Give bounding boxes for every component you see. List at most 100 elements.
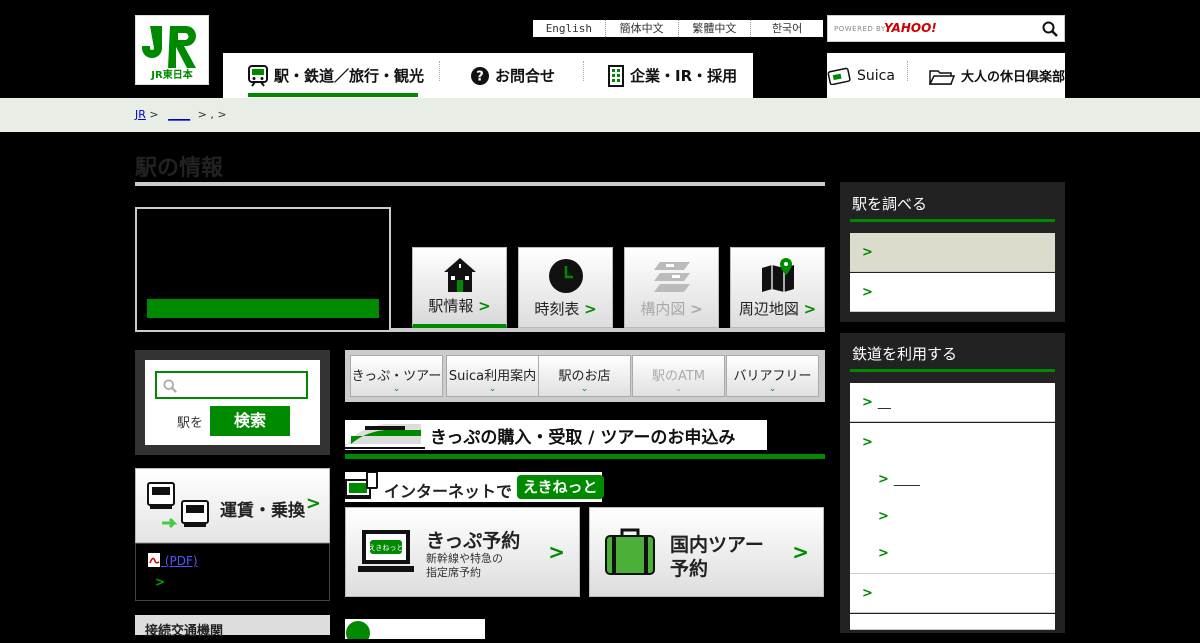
tab-barrier-free[interactable]: バリアフリー ⌄ — [726, 355, 819, 397]
chevron-right-icon[interactable]: > — [155, 575, 165, 589]
station-search-label: 駅を — [177, 416, 204, 431]
item-label: ____ — [893, 472, 920, 487]
panel-underline — [850, 219, 1055, 222]
nav-label: 駅・鉄道／旅行・観光 — [274, 67, 425, 85]
active-nav-indicator — [248, 93, 418, 97]
tab-tickets-tours[interactable]: きっぷ・ツアー ⌄ — [350, 355, 443, 397]
tile-label: 周辺地図 — [738, 300, 799, 318]
railway-use-title: 鉄道を利用する — [852, 345, 958, 363]
station-lookup-item[interactable]: > — [850, 273, 1055, 312]
breadcrumb: JR > ____ > , > — [135, 108, 227, 121]
chevron-right-icon: > — [862, 435, 873, 450]
tile-label: 時刻表 — [534, 300, 580, 318]
railway-use-item[interactable]: > — [850, 574, 1055, 613]
breadcrumb-separator: > — [197, 108, 207, 121]
nav-suica[interactable]: Suica — [827, 53, 895, 98]
search-icon — [163, 379, 177, 393]
domestic-tour-button[interactable]: 国内ツアー 予約 > — [589, 507, 824, 597]
tab-suica-guide[interactable]: Suica利用案内 ⌄ — [446, 355, 539, 397]
logo-caption: JR東日本 — [151, 70, 193, 81]
tile-timetable[interactable]: 時刻表 > — [518, 247, 613, 328]
tile-station-info[interactable]: 駅情報 > — [412, 247, 507, 328]
breadcrumb-link[interactable]: ____ — [168, 108, 190, 121]
item-label: __ — [877, 395, 891, 410]
pdf-link[interactable]: (PDF) — [147, 553, 198, 568]
station-search-input[interactable] — [155, 371, 308, 399]
chevron-down-icon: ⌄ — [392, 384, 401, 394]
railway-use-subitem[interactable]: > — [850, 535, 1055, 574]
breadcrumb-tail: , > — [210, 108, 227, 121]
clock-icon — [548, 259, 583, 293]
site-search-input[interactable]: POWERED BY YAHOO! — [827, 15, 1065, 42]
chevron-right-icon: > — [862, 285, 873, 300]
chevron-right-icon: > — [305, 493, 321, 514]
sub-navigation: Suica 大人の休日倶楽部 — [827, 53, 1065, 98]
ticket-reservation-button[interactable]: えきねっと きっぷ予約 新幹線や特急の 指定席予約 > — [345, 507, 580, 597]
lang-english[interactable]: English — [533, 20, 605, 37]
nav-inquiries[interactable]: ? お問合せ — [471, 53, 555, 98]
green-circle-icon — [346, 621, 370, 643]
domestic-tour-title-2: 予約 — [670, 558, 709, 580]
chevron-down-icon: ⌄ — [768, 384, 777, 394]
folder-icon — [929, 69, 955, 85]
tile-label: 駅情報 — [428, 297, 474, 315]
chevron-right-icon: > — [862, 245, 873, 260]
station-lookup-title: 駅を調べる — [852, 195, 928, 213]
search-icon[interactable] — [1042, 21, 1058, 37]
panel-underline — [850, 369, 1055, 372]
nav-label: 企業・IR・採用 — [630, 67, 738, 85]
lang-korean[interactable]: 한국어 — [750, 20, 823, 37]
ticket-reservation-sub2: 指定席予約 — [426, 566, 481, 579]
suica-card-icon — [827, 67, 851, 85]
tile-area-map[interactable]: 周辺地図 > — [730, 247, 825, 328]
ekinet-icon-text: えきねっと — [369, 544, 404, 552]
jr-east-logo[interactable]: JR東日本 — [135, 15, 209, 85]
svg-text:?: ? — [476, 69, 484, 84]
nav-divider — [439, 61, 440, 81]
tiles-baseline — [391, 328, 825, 332]
station-search-button[interactable]: 検索 — [210, 406, 290, 436]
chevron-right-icon: > — [878, 472, 889, 487]
nav-divider — [583, 61, 584, 81]
main-navigation: 駅・鉄道／旅行・観光 ? お問合せ 企業・IR・採用 — [223, 53, 753, 98]
railway-use-item[interactable]: > __ — [850, 383, 1055, 422]
pc-phone-icon — [345, 471, 378, 499]
shinkansen-icon — [345, 424, 425, 449]
tile-floor-map[interactable]: 構内図 > — [624, 247, 719, 328]
station-lookup-item[interactable]: > — [850, 233, 1055, 272]
nav-label: Suica — [857, 67, 895, 84]
fare-transfer-label: 運賃・乗換 — [220, 501, 305, 521]
ticket-reservation-title: きっぷ予約 — [426, 530, 521, 552]
tickets-banner-title: きっぷの購入・受取 / ツアーのお申込み — [430, 428, 736, 448]
nav-corporate-ir-recruit[interactable]: 企業・IR・採用 — [608, 53, 737, 98]
railway-use-subitem[interactable]: > ____ — [850, 461, 1055, 498]
tile-label: 構内図 — [640, 300, 686, 318]
railway-use-item[interactable] — [850, 614, 1055, 630]
nav-otona-club[interactable]: 大人の休日倶楽部 — [929, 53, 1065, 98]
laptop-icon: えきねっと — [358, 530, 414, 572]
train-icon — [248, 64, 268, 87]
tab-station-shops[interactable]: 駅のお店 ⌄ — [538, 355, 631, 397]
fare-links-list — [135, 543, 330, 601]
chevron-right-icon: > — [878, 509, 889, 524]
pdf-icon — [148, 553, 160, 567]
nav-stations-railway-travel[interactable]: 駅・鉄道／旅行・観光 — [248, 53, 424, 98]
breadcrumb-separator: > — [149, 108, 159, 121]
yahoo-logo: YAHOO! — [884, 21, 937, 35]
station-house-icon — [443, 258, 476, 292]
tab-label: バリアフリー — [733, 369, 812, 384]
chevron-right-icon: > — [792, 540, 809, 564]
lang-traditional-chinese[interactable]: 繁體中文 — [677, 20, 751, 37]
breadcrumb-home-link[interactable]: JR — [135, 108, 146, 121]
lang-simplified-chinese[interactable]: 簡体中文 — [604, 20, 678, 37]
chevron-right-icon: > — [878, 546, 889, 561]
banner-underline — [345, 454, 825, 459]
building-icon — [608, 64, 624, 87]
page-title: 駅の情報 — [135, 156, 224, 181]
suitcase-icon — [605, 528, 655, 575]
tab-station-atm[interactable]: 駅のATM ⌄ — [632, 355, 725, 397]
railway-use-item[interactable]: > — [850, 423, 1055, 462]
nav-label: 大人の休日倶楽部 — [961, 70, 1066, 85]
nav-divider — [907, 61, 908, 81]
railway-use-subitem[interactable]: > — [850, 498, 1055, 535]
